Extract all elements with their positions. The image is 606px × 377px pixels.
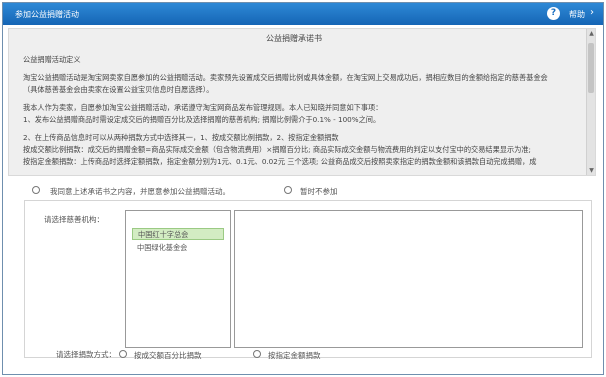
percentage-label[interactable]: 按成交额百分比捐款 — [134, 350, 202, 361]
help-icon[interactable]: ? — [547, 7, 560, 20]
pledge-line: 2、在上传商品信息时可以从两种捐款方式中选择其一，1、按成交额比例捐款，2、按指… — [23, 133, 339, 142]
donation-method-label: 请选择捐款方式： — [56, 350, 116, 359]
list-item[interactable]: 中国红十字总会 — [132, 228, 224, 240]
pledge-document[interactable]: 公益捐赠承诺书 公益捐赠活动定义 淘宝公益捐赠活动是淘宝网卖家自愿参加的公益捐赠… — [8, 28, 596, 176]
pledge-line: 按成交额比例捐款：成交后的捐赠金额=商品实际成交金额（包含物流费用）×捐赠百分比… — [23, 145, 531, 154]
scrollbar-thumb[interactable] — [588, 43, 594, 93]
dialog-title: 参加公益捐赠活动 — [15, 10, 79, 19]
scroll-down-icon[interactable]: ▼ — [587, 166, 595, 175]
pledge-line: 1、发布公益捐赠商品时需设定成交后的捐赠百分比及选择捐赠的慈善机构; 捐赠比例需… — [23, 115, 381, 124]
charity-detail-box — [234, 210, 583, 348]
agree-label[interactable]: 我同意上述承诺书之内容，并愿意参加公益捐赠活动。 — [50, 186, 230, 197]
agree-radio[interactable] — [32, 186, 40, 194]
pledge-line: 我本人作为卖家，自愿参加淘宝公益捐赠活动，承诺遵守淘宝网商品发布管理规则。本人已… — [23, 103, 383, 112]
pledge-line: 按指定金额捐款：上传商品时选择定额捐款，指定金额分别为1元、0.1元、0.02元… — [23, 157, 537, 166]
title-bar: 参加公益捐赠活动 ? 帮助 › — [3, 3, 603, 25]
decline-label[interactable]: 暂时不参加 — [300, 186, 338, 197]
list-item[interactable]: 中国绿化基金会 — [132, 242, 224, 254]
pledge-line: 公益捐赠活动定义 — [23, 55, 81, 64]
pledge-line: 淘宝公益捐赠活动是淘宝网卖家自愿参加的公益捐赠活动。卖家预先设置成交后捐赠比例或… — [23, 73, 548, 82]
scroll-up-icon[interactable]: ▲ — [587, 29, 595, 38]
chevron-right-icon[interactable]: › — [590, 7, 594, 18]
fixed-amount-label[interactable]: 按指定金额捐款 — [268, 350, 321, 361]
percentage-radio[interactable] — [119, 350, 127, 358]
decline-radio[interactable] — [284, 186, 292, 194]
pledge-title: 公益捐赠承诺书 — [266, 34, 322, 43]
charity-label: 请选择慈善机构： — [44, 215, 104, 224]
pledge-scrollbar[interactable]: ▲ ▼ — [586, 29, 595, 175]
charity-list[interactable]: 中国红十字总会 中国绿化基金会 — [125, 210, 231, 348]
pledge-line: （具体慈善基金会由卖家在设置公益宝贝信息时自愿选择）。 — [23, 85, 214, 94]
help-button[interactable]: 帮助 — [569, 9, 585, 20]
fixed-amount-radio[interactable] — [253, 350, 261, 358]
